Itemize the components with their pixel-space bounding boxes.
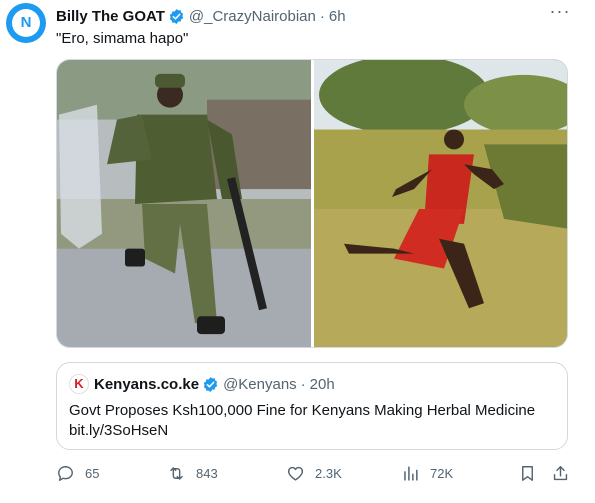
reply-icon xyxy=(58,465,73,481)
share-icon xyxy=(553,465,568,480)
reply-button[interactable]: 65 xyxy=(56,462,99,484)
quoted-tweet-link[interactable]: bit.ly/3SoHseN xyxy=(69,421,535,441)
media-grid xyxy=(56,59,568,348)
quoted-author-handle[interactable]: @Kenyans xyxy=(223,376,297,393)
like-count: 2.3K xyxy=(315,465,342,481)
quoted-author-name[interactable]: Kenyans.co.ke xyxy=(94,376,199,393)
quoted-tweet-card[interactable]: K Kenyans.co.ke @Kenyans · 20h Govt Prop… xyxy=(56,362,568,450)
like-button[interactable]: 2.3K xyxy=(286,462,342,484)
kenyans-logo-letter: K xyxy=(74,376,84,391)
repost-button[interactable]: 843 xyxy=(167,462,218,484)
heart-icon xyxy=(287,466,304,481)
tweet-text: "Ero, simama hapo" xyxy=(56,30,189,47)
quoted-verified-badge-icon xyxy=(203,376,218,392)
views-count: 72K xyxy=(430,465,454,481)
photo-riot-police-officer-running[interactable] xyxy=(57,60,311,347)
views-button[interactable]: 72K xyxy=(401,462,453,484)
quoted-header-separator: · xyxy=(300,375,306,393)
tweet-actions-bar: 65 843 2.3K 72K xyxy=(56,462,576,484)
tweet-header: Billy The GOAT @_CrazyNairobian · 6h xyxy=(56,6,346,26)
verified-badge-icon xyxy=(169,8,184,24)
author-handle[interactable]: @_CrazyNairobian xyxy=(189,8,316,25)
bookmark-button[interactable] xyxy=(518,462,547,484)
kenyans-logo-icon: K xyxy=(69,374,89,394)
author-avatar[interactable]: N xyxy=(6,3,46,43)
author-name[interactable]: Billy The GOAT xyxy=(56,8,165,25)
more-options-icon[interactable]: ··· xyxy=(549,2,571,24)
repost-icon xyxy=(170,466,183,480)
avatar-logo-icon: N xyxy=(20,14,32,31)
photo-maasai-man-running-in-red-shuka[interactable] xyxy=(314,60,568,347)
quoted-tweet-time[interactable]: 20h xyxy=(310,376,335,393)
header-separator: · xyxy=(319,7,325,25)
quoted-tweet-body: Govt Proposes Ksh100,000 Fine for Kenyan… xyxy=(69,401,535,441)
share-button[interactable] xyxy=(551,462,580,484)
reply-count: 65 xyxy=(85,465,100,481)
bookmark-icon xyxy=(522,465,533,481)
tweet-time[interactable]: 6h xyxy=(329,8,346,25)
views-chart-icon xyxy=(404,465,418,481)
quoted-tweet-header: K Kenyans.co.ke @Kenyans · 20h xyxy=(69,374,335,394)
repost-count: 843 xyxy=(196,465,218,481)
quoted-tweet-text: Govt Proposes Ksh100,000 Fine for Kenyan… xyxy=(69,402,536,419)
